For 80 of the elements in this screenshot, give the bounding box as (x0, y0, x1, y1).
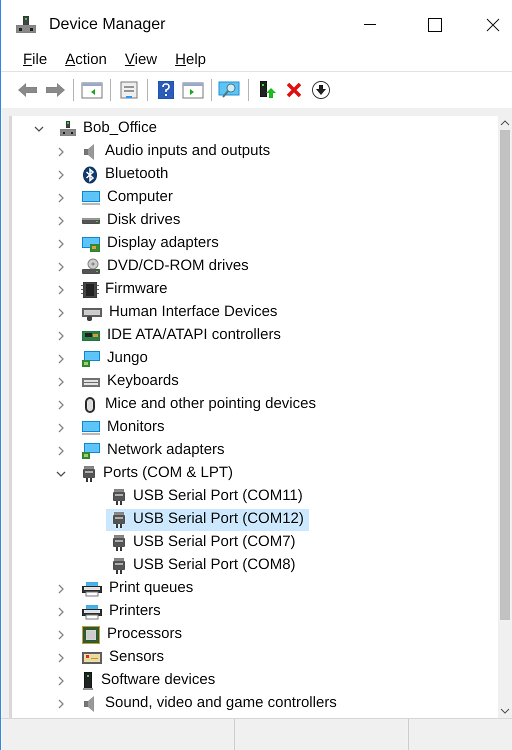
tree-item[interactable]: Jungo (76, 348, 153, 370)
tree-item[interactable]: Audio inputs and outputs (76, 140, 276, 162)
tree-item[interactable]: IDE ATA/ATAPI controllers (76, 324, 286, 346)
tree-item[interactable]: Mice and other pointing devices (76, 394, 321, 416)
tree-item[interactable]: Keyboards (76, 370, 184, 392)
tree-item[interactable]: Computer (76, 186, 178, 208)
expand-chevron-icon[interactable] (56, 422, 66, 432)
expand-chevron-icon[interactable] (56, 652, 66, 662)
scroll-up-icon[interactable] (500, 120, 510, 126)
serial-port-icon (111, 556, 127, 574)
tree-item[interactable]: Sensors (76, 646, 170, 668)
printer-icon (81, 602, 103, 620)
display-adapter-icon (81, 234, 101, 252)
minimize-icon[interactable] (364, 24, 376, 26)
expand-chevron-icon[interactable] (56, 630, 66, 640)
expand-chevron-icon[interactable] (56, 400, 66, 410)
processor-icon (81, 624, 101, 644)
expand-chevron-icon[interactable] (56, 354, 66, 364)
monitor-icon (81, 188, 101, 206)
expand-chevron-icon[interactable] (56, 238, 66, 248)
expand-chevron-icon[interactable] (56, 606, 66, 616)
window-title: Device Manager (49, 15, 166, 35)
collapse-chevron-icon[interactable] (34, 124, 44, 134)
expand-chevron-icon[interactable] (56, 376, 66, 386)
tree-item[interactable]: Bob_Office (54, 118, 162, 140)
expand-chevron-icon[interactable] (56, 676, 66, 686)
tree-item[interactable]: Network adapters (76, 440, 230, 462)
monitor-icon (81, 418, 101, 436)
maximize-icon[interactable] (428, 18, 442, 32)
scroll-down-icon[interactable] (500, 708, 510, 714)
serial-port-icon (81, 464, 97, 482)
expand-chevron-icon[interactable] (56, 284, 66, 294)
tree-item[interactable]: DVD/CD-ROM drives (76, 256, 254, 278)
tree-item[interactable]: USB Serial Port (COM11) (106, 486, 308, 508)
app-icon (15, 15, 37, 35)
menu-item[interactable]: File (23, 49, 48, 72)
menu-item[interactable]: View (124, 49, 158, 72)
serial-port-icon (111, 534, 127, 552)
tree-item[interactable]: Sound, video and game controllers (76, 692, 342, 714)
tree-item[interactable]: USB Serial Port (COM8) (106, 554, 301, 576)
network-computer-icon (59, 120, 77, 138)
expand-chevron-icon[interactable] (56, 216, 66, 226)
chip-icon (81, 280, 99, 298)
expand-chevron-icon[interactable] (56, 192, 66, 202)
printer-icon (81, 580, 103, 598)
disk-drive-icon (81, 216, 101, 224)
expand-chevron-icon[interactable] (56, 584, 66, 594)
tree-item[interactable]: Ports (COM & LPT) (76, 462, 238, 484)
tree-item[interactable]: Disk drives (76, 210, 186, 232)
scrollbar-thumb[interactable] (500, 130, 510, 620)
tree-item[interactable]: Software devices (76, 670, 220, 692)
tree-item[interactable]: USB Serial Port (COM12) (106, 508, 309, 530)
network-monitor-icon (81, 350, 101, 368)
device-tower-icon (81, 670, 95, 690)
tree-item[interactable]: Print queues (76, 578, 198, 600)
bluetooth-icon (81, 166, 99, 184)
collapse-chevron-icon[interactable] (56, 468, 66, 478)
menu-item[interactable]: Help (175, 49, 206, 72)
tree-item[interactable]: Printers (76, 600, 166, 622)
expand-chevron-icon[interactable] (56, 262, 66, 272)
tree-item[interactable]: Human Interface Devices (76, 302, 282, 324)
expand-chevron-icon[interactable] (56, 308, 66, 318)
expand-chevron-icon[interactable] (56, 446, 66, 456)
tree-item[interactable]: Display adapters (76, 232, 224, 254)
dvd-drive-icon (81, 258, 101, 276)
tree-item[interactable]: USB Serial Port (COM7) (106, 532, 301, 554)
scrollbar[interactable] (498, 116, 512, 718)
tree-item[interactable]: Firmware (76, 278, 172, 300)
expand-chevron-icon[interactable] (56, 146, 66, 156)
menu-item[interactable]: Action (65, 49, 107, 72)
expand-chevron-icon[interactable] (56, 698, 66, 708)
expand-chevron-icon[interactable] (56, 330, 66, 340)
expand-chevron-icon[interactable] (56, 170, 66, 180)
tree-item[interactable]: Monitors (76, 416, 170, 438)
close-icon[interactable] (486, 18, 500, 32)
tree-item[interactable]: Bluetooth (76, 164, 174, 186)
network-monitor-icon (81, 442, 101, 460)
serial-port-icon (111, 488, 127, 506)
tree-item[interactable]: Processors (76, 624, 188, 646)
serial-port-icon (111, 510, 127, 528)
